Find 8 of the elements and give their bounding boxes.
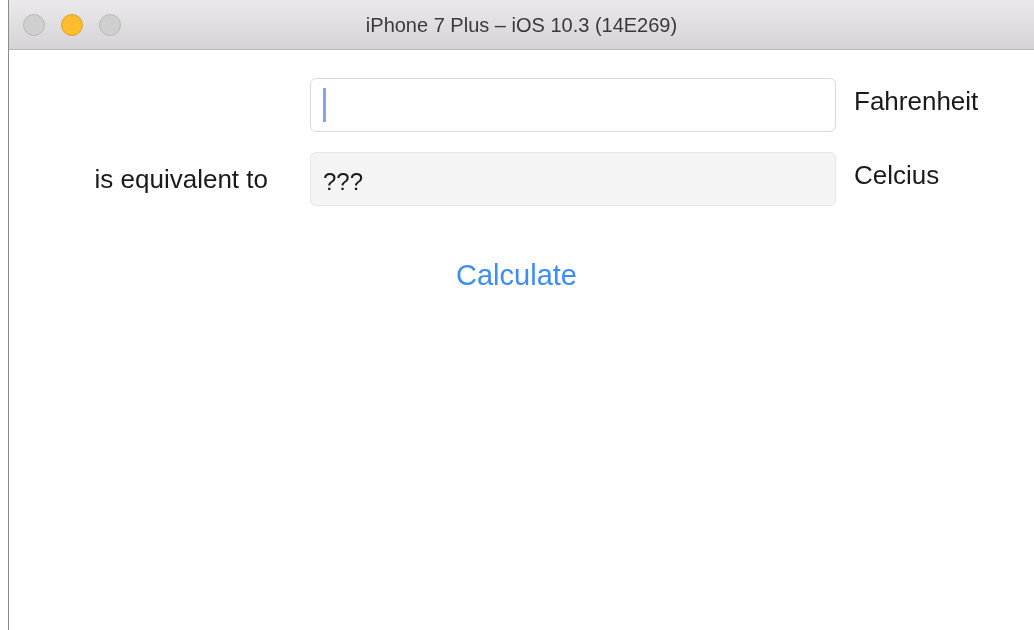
input-field[interactable]: [310, 78, 836, 132]
zoom-icon[interactable]: [99, 13, 121, 36]
close-icon[interactable]: [23, 13, 45, 36]
window-title: iPhone 7 Plus – iOS 10.3 (14E269): [365, 13, 678, 38]
field-label: is equivalent to: [94, 162, 268, 196]
minimize-icon[interactable]: [61, 13, 83, 36]
unit-label: Celcius: [854, 159, 940, 192]
unit-label: Fahrenheit: [854, 85, 979, 118]
